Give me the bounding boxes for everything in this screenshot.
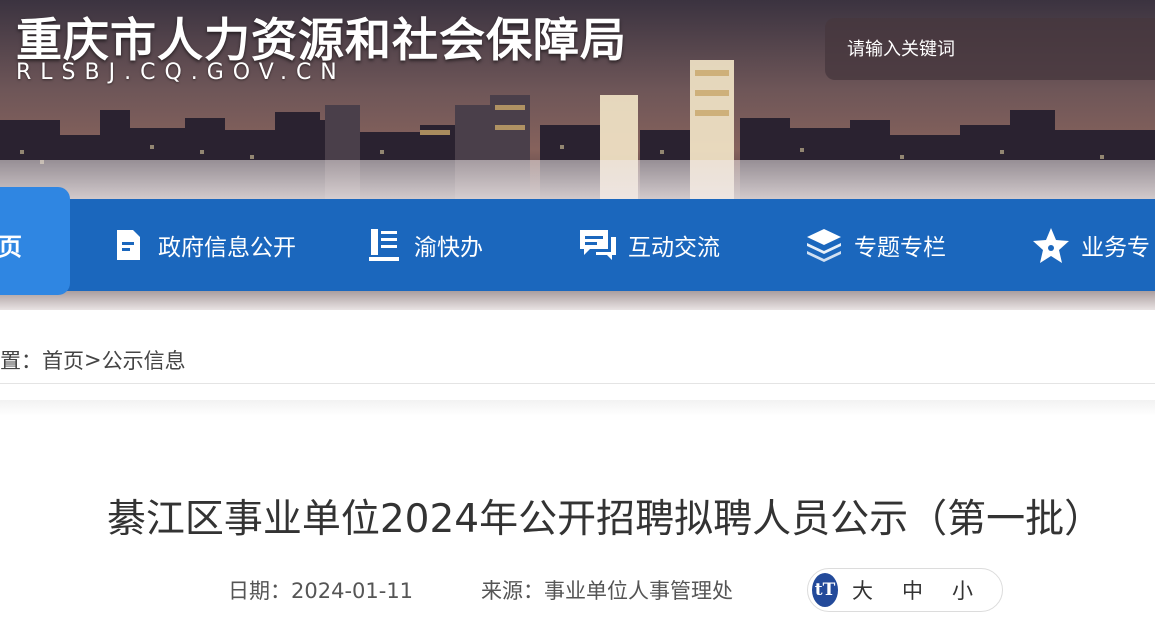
article-source: 来源：事业单位人事管理处 <box>481 575 733 605</box>
breadcrumb-home-link[interactable]: 首页 <box>42 345 84 375</box>
banner-bottom-strip <box>0 290 1155 310</box>
date-label: 日期： <box>228 579 291 603</box>
nav-item-label: 专题专栏 <box>854 235 946 261</box>
breadcrumb: 置： 首页 > 公示信息 <box>0 338 186 382</box>
nav-item-government-info[interactable]: 政府信息公开 <box>108 199 296 291</box>
breadcrumb-prefix: 置： <box>0 349 42 373</box>
font-size-medium-button[interactable]: 中 <box>902 575 923 605</box>
nav-item-home-label: 页 <box>0 233 22 261</box>
date-value: 2024-01-11 <box>291 579 414 603</box>
chat-bubble-icon <box>578 225 618 265</box>
breadcrumb-separator: > <box>84 348 102 372</box>
form-list-icon <box>364 225 404 265</box>
nav-item-special-topics[interactable]: 专题专栏 <box>804 199 946 291</box>
star-icon <box>1031 225 1071 265</box>
nav-item-home[interactable]: 页 <box>0 187 70 295</box>
font-size-icon: tT <box>812 573 838 607</box>
nav-item-yukuaiban[interactable]: 渝快办 <box>364 199 483 291</box>
font-size-small-button[interactable]: 小 <box>952 575 973 605</box>
layers-icon <box>804 225 844 265</box>
nav-item-label: 互动交流 <box>628 235 720 261</box>
search-input[interactable] <box>845 37 1149 61</box>
nav-item-interaction[interactable]: 互动交流 <box>578 199 720 291</box>
article-meta: 日期：2024-01-11 来源：事业单位人事管理处 <box>228 568 733 612</box>
page: 重庆市人力资源和社会保障局 RLSBJ.CQ.GOV.CN 页 政府信息公开 <box>0 0 1155 638</box>
nav-item-label: 政府信息公开 <box>158 235 296 261</box>
banner-fade-overlay <box>0 160 1155 200</box>
site-domain: RLSBJ.CQ.GOV.CN <box>16 60 346 85</box>
breadcrumb-divider <box>0 383 1155 384</box>
nav-item-label: 渝快办 <box>414 235 483 261</box>
document-icon <box>108 225 148 265</box>
main-nav: 页 政府信息公开 渝快办 互动交流 专题专栏 业务专 <box>0 187 1155 295</box>
font-size-large-button[interactable]: 大 <box>852 575 873 605</box>
nav-item-label: 业务专 <box>1081 235 1150 261</box>
search-box[interactable] <box>825 18 1155 80</box>
source-label: 来源： <box>481 579 545 603</box>
article-title: 綦江区事业单位2024年公开招聘拟聘人员公示（第一批） <box>106 497 1104 542</box>
section-shadow <box>0 400 1155 416</box>
source-value: 事业单位人事管理处 <box>544 579 734 603</box>
breadcrumb-current-link[interactable]: 公示信息 <box>102 345 186 375</box>
font-size-switcher: tT 大 中 小 <box>807 568 1003 612</box>
nav-item-business[interactable]: 业务专 <box>1031 199 1150 291</box>
article-date: 日期：2024-01-11 <box>228 575 413 605</box>
